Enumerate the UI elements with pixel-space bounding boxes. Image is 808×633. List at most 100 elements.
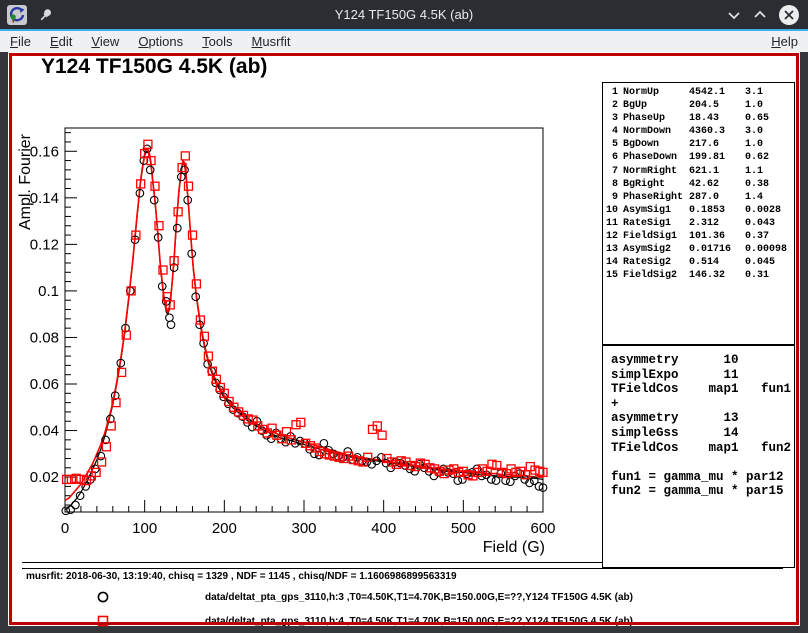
param-num: 4 xyxy=(603,126,623,139)
param-row: 12FieldSig1101.360.37 xyxy=(603,231,794,244)
y-axis: 0.020.040.060.080.10.120.140.16Ampl. Fou… xyxy=(17,133,77,505)
param-row: 1NormUp4542.13.1 xyxy=(603,87,794,100)
param-row: 11RateSig12.3120.043 xyxy=(603,218,794,231)
param-num: 9 xyxy=(603,192,623,205)
param-error: 1.0 xyxy=(745,100,794,113)
param-num: 12 xyxy=(603,231,623,244)
param-name: PhaseUp xyxy=(623,113,689,126)
param-value: 146.32 xyxy=(689,270,745,283)
param-name: BgRight xyxy=(623,179,689,192)
x-tick-label: 100 xyxy=(132,520,157,537)
param-error: 3.0 xyxy=(745,126,794,139)
menu-item-help[interactable]: Help xyxy=(771,34,798,49)
param-num: 5 xyxy=(603,139,623,152)
root-icon-tree-top xyxy=(11,14,16,19)
param-error: 0.00098 xyxy=(745,244,794,257)
param-error: 0.65 xyxy=(745,113,794,126)
param-name: RateSig2 xyxy=(623,257,689,270)
x-tick-label: 600 xyxy=(530,520,555,537)
x-tick-label: 400 xyxy=(371,520,396,537)
legend-row: data/deltat_pta_gps_3110,h:4 ,T0=4.50K,T… xyxy=(8,614,800,630)
x-tick-label: 200 xyxy=(212,520,237,537)
menu-item-file[interactable]: File xyxy=(10,34,31,49)
param-num: 13 xyxy=(603,244,623,257)
param-num: 3 xyxy=(603,113,623,126)
param-error: 1.0 xyxy=(745,139,794,152)
param-row: 3PhaseUp18.430.65 xyxy=(603,113,794,126)
param-name: FieldSig1 xyxy=(623,231,689,244)
param-name: BgUp xyxy=(623,100,689,113)
param-value: 0.1853 xyxy=(689,205,745,218)
menu-item-edit[interactable]: Edit xyxy=(50,34,72,49)
param-name: FieldSig2 xyxy=(623,270,689,283)
y-tick-label: 0.16 xyxy=(30,143,59,160)
y-tick-label: 0.06 xyxy=(30,376,59,393)
param-num: 10 xyxy=(603,205,623,218)
param-name: AsymSig2 xyxy=(623,244,689,257)
x-tick-label: 0 xyxy=(61,520,69,537)
param-value: 621.1 xyxy=(689,166,745,179)
close-button[interactable] xyxy=(778,4,800,26)
fit-line-black xyxy=(65,151,543,509)
param-value: 199.81 xyxy=(689,152,745,165)
root-canvas[interactable]: Y124 TF150G 4.5K (ab) 010020030040050060… xyxy=(8,52,800,626)
param-num: 8 xyxy=(603,179,623,192)
param-num: 11 xyxy=(603,218,623,231)
maximize-button[interactable] xyxy=(752,7,768,23)
param-error: 0.37 xyxy=(745,231,794,244)
x-axis: 0100200300400500600Field (G) xyxy=(61,500,556,556)
menu-item-view[interactable]: View xyxy=(91,34,119,49)
minimize-button[interactable] xyxy=(726,7,742,23)
y-tick-label: 0.08 xyxy=(30,329,59,346)
param-error: 1.1 xyxy=(745,166,794,179)
param-error: 3.1 xyxy=(745,87,794,100)
param-num: 7 xyxy=(603,166,623,179)
param-value: 0.514 xyxy=(689,257,745,270)
param-row: 8BgRight42.620.38 xyxy=(603,179,794,192)
root-app-icon[interactable] xyxy=(7,5,27,25)
theory-box[interactable]: asymmetry 10 simplExpo 11 TFieldCos map1… xyxy=(602,345,795,568)
fourier-plot[interactable]: 0100200300400500600Field (G)0.020.040.06… xyxy=(8,52,608,572)
info-pad-top-border xyxy=(22,568,783,569)
param-row: 14RateSig20.5140.045 xyxy=(603,257,794,270)
titlebar[interactable]: Y124 TF150G 4.5K (ab) xyxy=(0,0,808,29)
param-error: 0.043 xyxy=(745,218,794,231)
param-value: 101.36 xyxy=(689,231,745,244)
param-row: 9PhaseRight287.01.4 xyxy=(603,192,794,205)
param-row: 13AsymSig20.017160.00098 xyxy=(603,244,794,257)
param-row: 15FieldSig2146.320.31 xyxy=(603,270,794,283)
param-num: 1 xyxy=(603,87,623,100)
pin-icon[interactable] xyxy=(39,8,53,22)
window-title: Y124 TF150G 4.5K (ab) xyxy=(0,7,808,22)
x-axis-title: Field (G) xyxy=(483,539,545,556)
theory-text: asymmetry 10 simplExpo 11 TFieldCos map1… xyxy=(603,346,794,499)
param-num: 15 xyxy=(603,270,623,283)
y-tick-label: 0.1 xyxy=(38,283,59,300)
param-error: 1.4 xyxy=(745,192,794,205)
legend-row: data/deltat_pta_gps_3110,h:3 ,T0=4.50K,T… xyxy=(8,590,800,606)
param-error: 0.0028 xyxy=(745,205,794,218)
param-name: RateSig1 xyxy=(623,218,689,231)
menu-item-musrfit[interactable]: Musrfit xyxy=(252,34,291,49)
param-value: 4542.1 xyxy=(689,87,745,100)
y-tick-label: 0.04 xyxy=(30,423,59,440)
param-value: 204.5 xyxy=(689,100,745,113)
menu-item-tools[interactable]: Tools xyxy=(202,34,232,49)
menubar[interactable]: File Edit View Options Tools Musrfit Help xyxy=(0,31,808,52)
param-num: 2 xyxy=(603,100,623,113)
legend-circle-marker xyxy=(96,590,110,604)
param-row: 4NormDown4360.33.0 xyxy=(603,126,794,139)
fit-stats-line: musrfit: 2018-06-30, 13:19:40, chisq = 1… xyxy=(26,571,457,582)
param-row: 7NormRight621.11.1 xyxy=(603,166,794,179)
menu-items: File Edit View Options Tools Musrfit xyxy=(0,34,291,49)
param-error: 0.045 xyxy=(745,257,794,270)
fit-parameter-box[interactable]: 1NormUp4542.13.12BgUp204.51.03PhaseUp18.… xyxy=(602,82,795,345)
param-error: 0.38 xyxy=(745,179,794,192)
y-tick-label: 0.14 xyxy=(30,190,59,207)
param-value: 4360.3 xyxy=(689,126,745,139)
param-value: 42.62 xyxy=(689,179,745,192)
param-name: AsymSig1 xyxy=(623,205,689,218)
param-error: 0.62 xyxy=(745,152,794,165)
menu-item-options[interactable]: Options xyxy=(138,34,183,49)
param-name: NormUp xyxy=(623,87,689,100)
